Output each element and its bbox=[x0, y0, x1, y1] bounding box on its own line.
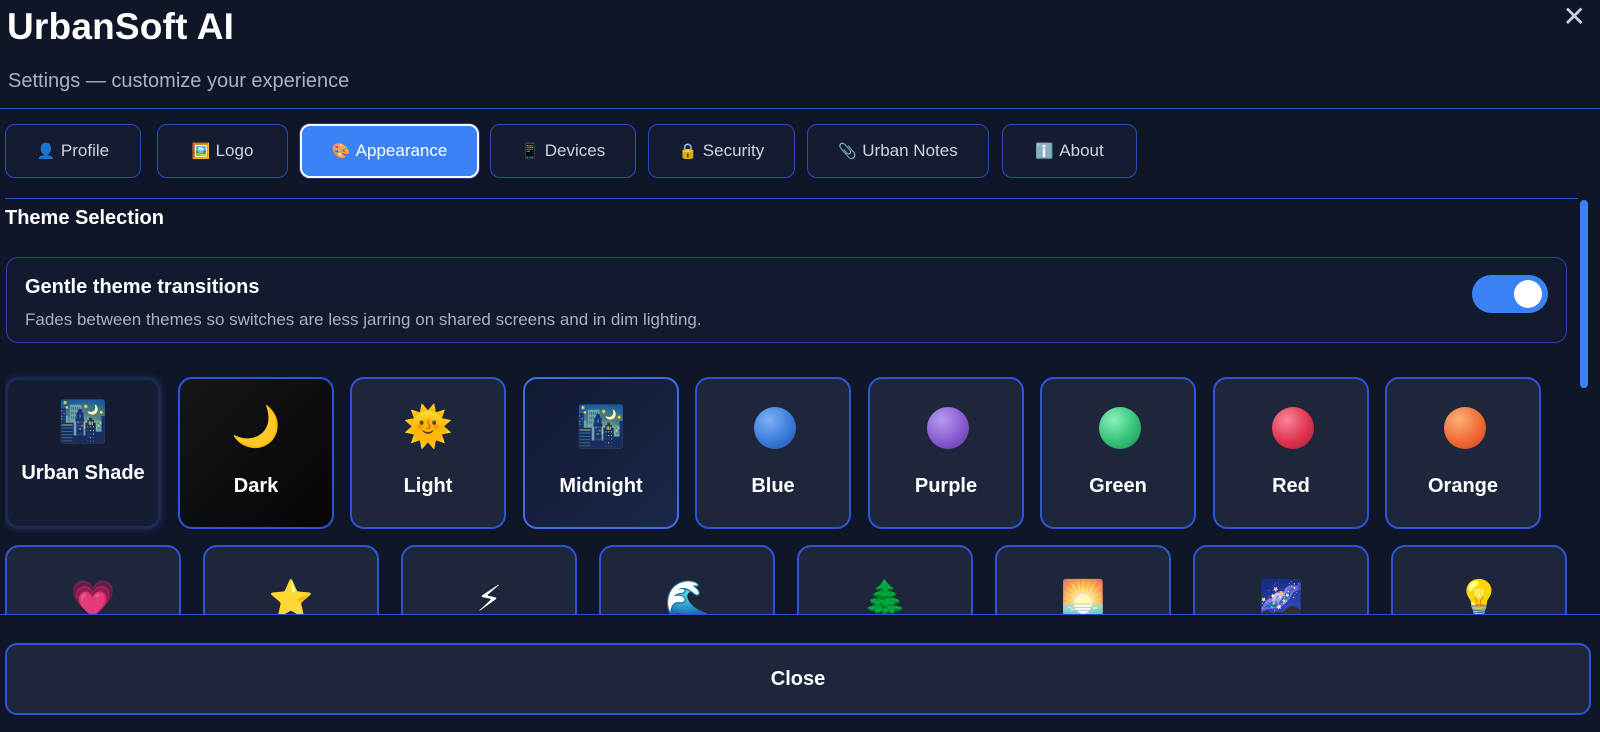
tab-logo[interactable]: 🖼️ Logo bbox=[157, 124, 288, 178]
footer-divider bbox=[0, 614, 1600, 615]
scrollbar-thumb[interactable] bbox=[1580, 200, 1588, 388]
theme-card-light[interactable]: 🌞 Light bbox=[350, 377, 506, 529]
theme-label: Midnight bbox=[559, 475, 643, 497]
theme-label: Purple bbox=[914, 475, 978, 497]
theme-card-purple[interactable]: Purple bbox=[868, 377, 1024, 529]
lightbulb-icon: 💡 bbox=[1456, 578, 1502, 616]
info-icon: ℹ️ bbox=[1035, 143, 1054, 160]
theme-card-electric[interactable]: ⚡ bbox=[401, 545, 577, 615]
night-city-icon: 🌃 bbox=[576, 405, 626, 449]
transition-setting-card: Gentle theme transitions Fades between t… bbox=[6, 257, 1567, 343]
sunrise-icon: 🌅 bbox=[1060, 578, 1106, 616]
orange-orb-icon bbox=[1444, 407, 1486, 449]
toggle-knob bbox=[1514, 280, 1542, 308]
theme-card-galaxy[interactable]: 🌌 bbox=[1193, 545, 1369, 615]
theme-label: Blue bbox=[751, 475, 795, 497]
appearance-panel: Theme Selection Gentle theme transitions… bbox=[5, 198, 1578, 615]
theme-card-sunrise[interactable]: 🌅 bbox=[995, 545, 1171, 615]
tab-label: Urban Notes bbox=[862, 141, 958, 160]
app-title: UrbanSoft AI bbox=[7, 6, 235, 47]
star-icon: ⭐ bbox=[268, 578, 314, 616]
theme-label: Green bbox=[1089, 475, 1147, 497]
setting-description: Fades between themes so switches are les… bbox=[25, 310, 702, 329]
tab-appearance[interactable]: 🎨 Appearance bbox=[300, 124, 479, 178]
red-orb-icon bbox=[1272, 407, 1314, 449]
theme-card-dark[interactable]: 🌙 Dark bbox=[178, 377, 334, 529]
close-button[interactable]: Close bbox=[5, 643, 1591, 715]
content-scrollbar[interactable] bbox=[1578, 198, 1590, 612]
blue-orb-icon bbox=[754, 407, 796, 449]
tab-label: About bbox=[1059, 141, 1104, 160]
app-subtitle: Settings — customize your experience bbox=[8, 70, 350, 92]
palette-icon: 🎨 bbox=[331, 143, 351, 160]
theme-label: Red bbox=[1272, 475, 1310, 497]
paperclip-icon: 📎 bbox=[838, 143, 857, 160]
theme-card-bright[interactable]: 💡 bbox=[1391, 545, 1567, 615]
section-title: Theme Selection bbox=[5, 207, 164, 229]
tab-security[interactable]: 🔒 Security bbox=[648, 124, 795, 178]
theme-card-red[interactable]: Red bbox=[1213, 377, 1369, 529]
setting-title: Gentle theme transitions bbox=[25, 276, 260, 298]
tab-about[interactable]: ℹ️ About bbox=[1002, 124, 1137, 178]
purple-orb-icon bbox=[927, 407, 969, 449]
theme-card-ocean[interactable]: 🌊 bbox=[599, 545, 775, 615]
tab-label: Appearance bbox=[355, 141, 448, 160]
wave-icon: 🌊 bbox=[664, 578, 710, 616]
phone-icon: 📱 bbox=[520, 143, 540, 160]
theme-card-midnight[interactable]: 🌃 Midnight bbox=[523, 377, 679, 529]
theme-label: Orange bbox=[1427, 475, 1499, 497]
theme-card-star[interactable]: ⭐ bbox=[203, 545, 379, 615]
close-icon[interactable]: ✕ bbox=[1563, 2, 1586, 32]
theme-card-urban-shade[interactable]: 🌃 Urban Shade bbox=[5, 377, 161, 529]
lock-icon: 🔒 bbox=[678, 143, 698, 160]
header-divider bbox=[0, 108, 1600, 109]
theme-transition-toggle[interactable] bbox=[1472, 275, 1548, 313]
theme-card-blue[interactable]: Blue bbox=[695, 377, 851, 529]
tab-label: Profile bbox=[60, 141, 110, 160]
green-orb-icon bbox=[1099, 407, 1141, 449]
theme-grid-row-2: 💗 ⭐ ⚡ 🌊 🌲 🌅 🌌 💡 bbox=[5, 545, 1575, 615]
night-city-icon: 🌃 bbox=[58, 400, 108, 444]
tab-bar: 👤 Profile 🖼️ Logo 🎨 Appearance 📱 Devices… bbox=[5, 124, 1595, 180]
tab-urban-notes[interactable]: 📎 Urban Notes bbox=[807, 124, 989, 178]
theme-card-pink[interactable]: 💗 bbox=[5, 545, 181, 615]
theme-card-forest[interactable]: 🌲 bbox=[797, 545, 973, 615]
moon-icon: 🌙 bbox=[231, 405, 281, 449]
theme-card-green[interactable]: Green bbox=[1040, 377, 1196, 529]
theme-grid-row-1: 🌃 Urban Shade 🌙 Dark 🌞 Light 🌃 Midnight … bbox=[5, 377, 1575, 531]
galaxy-icon: 🌌 bbox=[1258, 578, 1304, 616]
tab-devices[interactable]: 📱 Devices bbox=[490, 124, 636, 178]
tab-label: Devices bbox=[544, 141, 606, 160]
theme-card-orange[interactable]: Orange bbox=[1385, 377, 1541, 529]
tree-icon: 🌲 bbox=[862, 578, 908, 616]
tab-label: Security bbox=[702, 141, 765, 160]
tab-label: Logo bbox=[215, 141, 254, 160]
tab-profile[interactable]: 👤 Profile bbox=[5, 124, 141, 178]
heart-icon: 💗 bbox=[70, 578, 116, 616]
image-icon: 🖼️ bbox=[191, 143, 211, 160]
sun-icon: 🌞 bbox=[403, 405, 453, 449]
profile-icon: 👤 bbox=[36, 143, 56, 160]
theme-label: Light bbox=[403, 475, 453, 497]
lightning-icon: ⚡ bbox=[476, 578, 502, 616]
theme-label: Urban Shade bbox=[21, 462, 145, 484]
theme-label: Dark bbox=[233, 475, 279, 497]
